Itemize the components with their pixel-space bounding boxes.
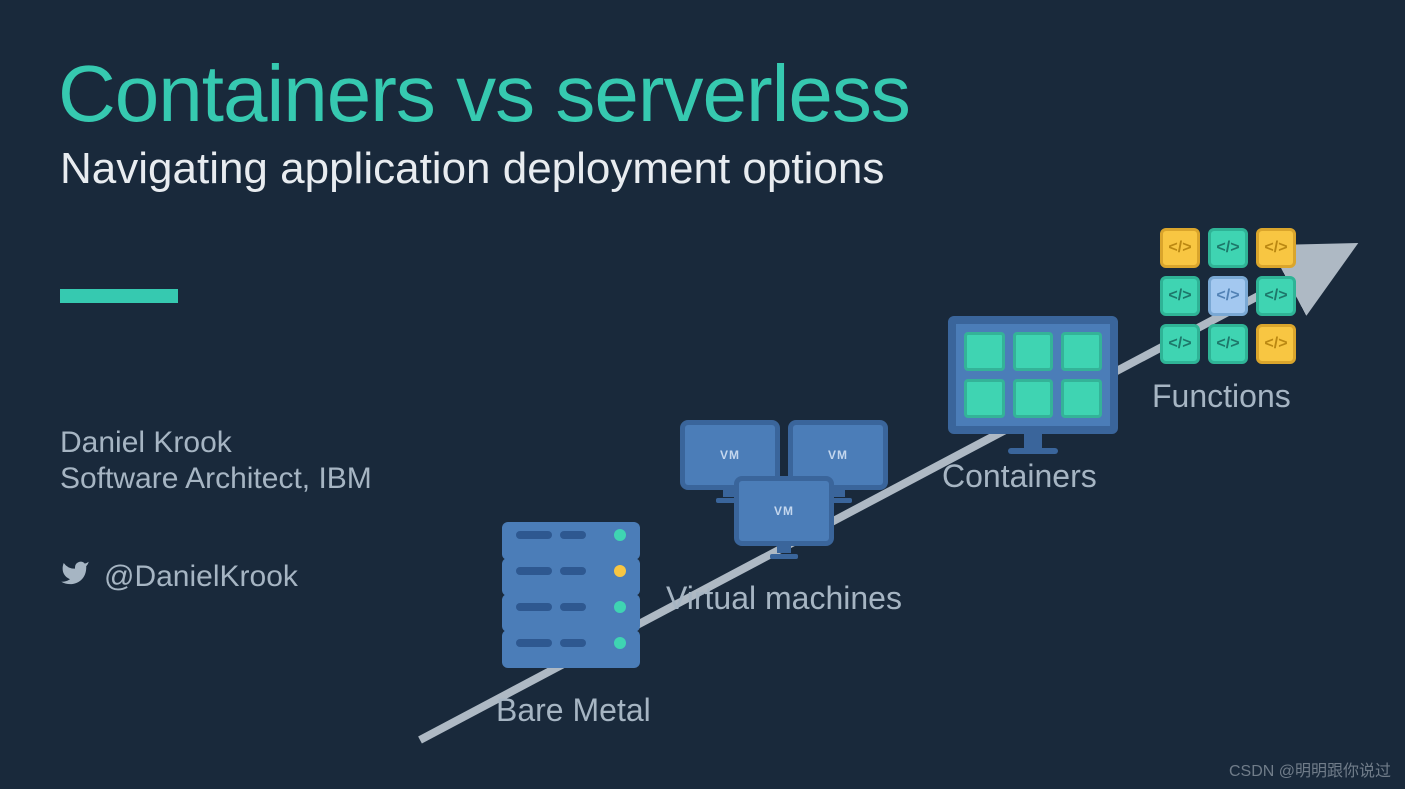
- functions-label: Functions: [1152, 378, 1291, 415]
- watermark: CSDN @明明跟你说过: [1229, 757, 1391, 781]
- bare-metal-label: Bare Metal: [496, 692, 651, 729]
- twitter-handle-text: @DanielKrook: [104, 560, 298, 594]
- containers-label: Containers: [942, 458, 1097, 495]
- author-role: Software Architect, IBM: [60, 462, 372, 496]
- author-name: Daniel Krook: [60, 426, 232, 460]
- bare-metal-icon: [502, 522, 640, 668]
- slide-subtitle: Navigating application deployment option…: [60, 144, 884, 194]
- twitter-icon: [60, 558, 90, 596]
- accent-bar: [60, 289, 178, 303]
- containers-icon: [948, 316, 1118, 454]
- functions-icon: </></></> </></></> </></></>: [1160, 228, 1296, 364]
- slide-title: Containers vs serverless: [58, 48, 910, 140]
- virtual-machines-label: Virtual machines: [666, 580, 902, 617]
- twitter-handle: @DanielKrook: [60, 558, 298, 596]
- virtual-machines-icon: VM VM VM: [688, 420, 888, 580]
